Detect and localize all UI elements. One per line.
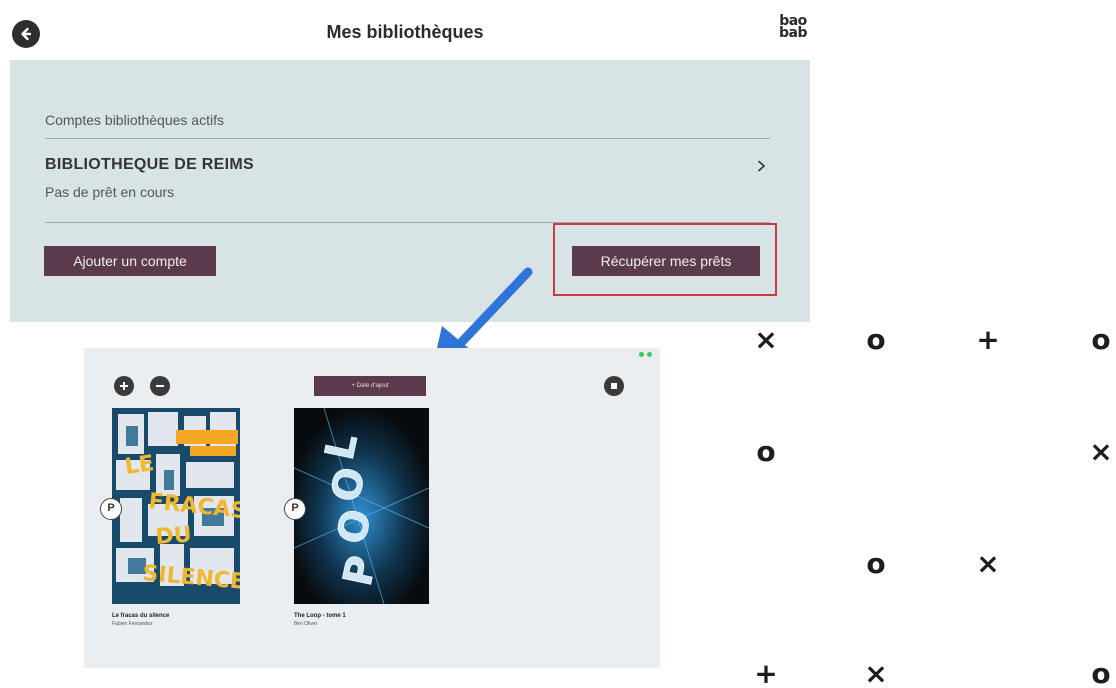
circle-symbol: o bbox=[756, 435, 776, 468]
loan-badge: P bbox=[100, 498, 122, 520]
cover-art: LE FRACAS DU SILENCE bbox=[112, 408, 240, 604]
loan-badge: P bbox=[284, 498, 306, 520]
cross-symbol: × bbox=[976, 547, 1000, 580]
page-title: Mes bibliothèques bbox=[326, 22, 484, 42]
circle-symbol: o bbox=[866, 323, 886, 356]
minus-icon bbox=[156, 385, 164, 387]
divider bbox=[45, 138, 770, 139]
back-button[interactable] bbox=[12, 20, 40, 48]
filter-icon bbox=[611, 383, 617, 389]
plus-symbol: + bbox=[754, 657, 778, 688]
svg-text:DU: DU bbox=[155, 523, 193, 550]
section-label: Comptes bibliothèques actifs bbox=[45, 112, 224, 128]
zoom-out-button[interactable] bbox=[150, 376, 170, 396]
book-cover: L O O P bbox=[294, 408, 429, 604]
book-cover: LE FRACAS DU SILENCE bbox=[112, 408, 240, 604]
cross-symbol: × bbox=[754, 323, 778, 356]
chevron-right-icon bbox=[758, 160, 765, 172]
circle-symbol: o bbox=[1091, 323, 1111, 356]
library-account-row[interactable]: BIBLIOTHEQUE DE REIMS Pas de prêt en cou… bbox=[45, 156, 770, 210]
cross-symbol: × bbox=[864, 657, 888, 688]
book-item[interactable]: L O O P P The Loop - tome 1 Ben Oliver bbox=[284, 408, 429, 627]
book-author: Fabien Fernandez bbox=[112, 621, 153, 627]
libraries-panel: Comptes bibliothèques actifs BIBLIOTHEQU… bbox=[10, 60, 810, 322]
book-title: The Loop - tome 1 bbox=[294, 613, 346, 619]
plus-symbol: + bbox=[976, 323, 1000, 356]
logo-line-2: bab bbox=[779, 25, 808, 41]
embedded-screenshot: + Date d'ajout LE FRACAS DU SILENCE P Le… bbox=[84, 348, 660, 668]
cross-symbol: × bbox=[1089, 435, 1113, 468]
add-account-button[interactable]: Ajouter un compte bbox=[44, 246, 216, 276]
plus-icon bbox=[120, 382, 128, 390]
app-logo: bao bab bbox=[775, 14, 811, 41]
zoom-in-button[interactable] bbox=[114, 376, 134, 396]
circle-symbol: o bbox=[1091, 657, 1111, 688]
library-loan-status: Pas de prêt en cours bbox=[45, 184, 175, 200]
book-author: Ben Oliver bbox=[294, 621, 318, 627]
book-title: Le fracas du silence bbox=[112, 613, 170, 619]
circle-symbol: o bbox=[866, 547, 886, 580]
fetch-loans-button[interactable]: Récupérer mes prêts bbox=[572, 246, 760, 276]
status-bar bbox=[84, 348, 660, 358]
cover-art: L O O P bbox=[294, 408, 429, 604]
sort-date-button[interactable]: + Date d'ajout bbox=[314, 376, 426, 396]
battery-icon bbox=[639, 352, 652, 357]
book-item[interactable]: LE FRACAS DU SILENCE P Le fracas du sile… bbox=[100, 408, 240, 627]
library-name: BIBLIOTHEQUE DE REIMS bbox=[45, 156, 254, 173]
arrow-left-icon bbox=[21, 27, 32, 41]
svg-text:LE: LE bbox=[123, 451, 155, 480]
filter-button[interactable] bbox=[604, 376, 624, 396]
